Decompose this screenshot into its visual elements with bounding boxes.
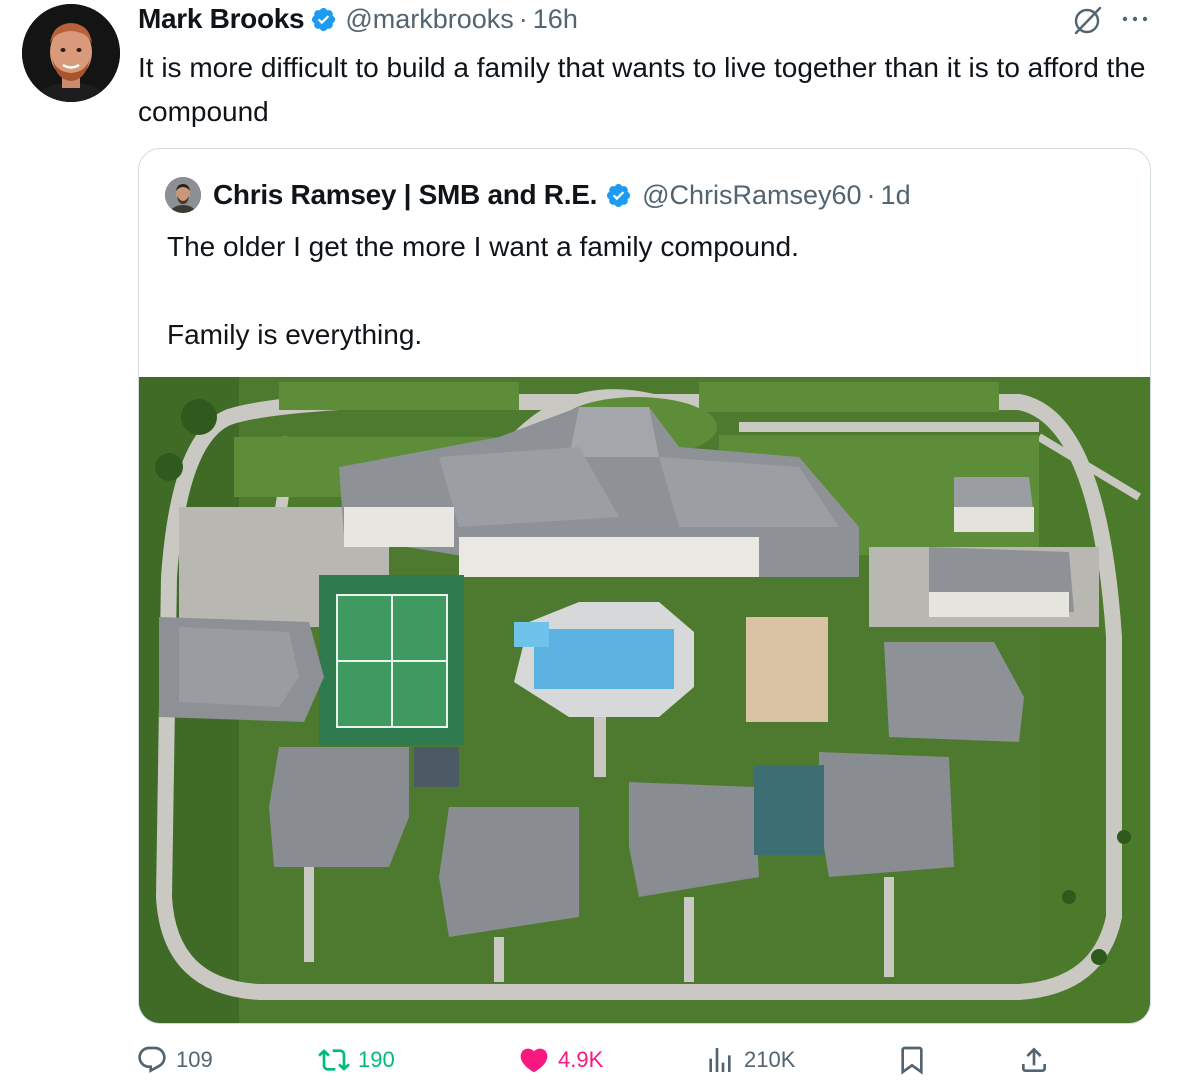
share-icon (1022, 1047, 1046, 1072)
views-icon (709, 1048, 731, 1072)
views-count: 210K (744, 1047, 796, 1072)
like-count: 4.9K (558, 1047, 604, 1072)
retweet-button[interactable]: 190 (318, 1038, 395, 1082)
aerial-photo[interactable] (139, 377, 1150, 1023)
author-name[interactable]: Mark Brooks (138, 3, 305, 35)
retweet-icon (318, 1049, 350, 1071)
quote-author-name[interactable]: Chris Ramsey | SMB and R.E. (213, 179, 597, 211)
quote-text-line: The older I get the more I want a family… (167, 231, 799, 262)
quote-timestamp[interactable]: 1d (881, 180, 911, 211)
quoted-tweet[interactable]: Chris Ramsey | SMB and R.E. @ChrisRamsey… (138, 148, 1151, 1024)
timestamp[interactable]: 16h (533, 4, 578, 35)
author-avatar[interactable] (22, 4, 120, 102)
reply-icon (138, 1046, 166, 1073)
share-button[interactable] (1018, 1038, 1058, 1082)
views-button[interactable]: 210K (704, 1038, 795, 1082)
separator-dot: · (518, 3, 528, 34)
more-options-icon[interactable] (1118, 4, 1152, 34)
like-button[interactable]: 4.9K (518, 1038, 603, 1082)
action-bar: 109 190 4.9K 210K (0, 1038, 1200, 1082)
grok-icon[interactable] (1070, 4, 1106, 36)
bookmark-icon (901, 1046, 923, 1075)
author-handle[interactable]: @markbrooks (345, 4, 513, 35)
tweet-text: It is more difficult to build a family t… (138, 52, 1146, 127)
reply-button[interactable]: 109 (136, 1038, 213, 1082)
retweet-count: 190 (358, 1047, 395, 1072)
bookmark-button[interactable] (896, 1038, 936, 1082)
verified-badge-icon[interactable] (310, 6, 337, 33)
quote-author-handle[interactable]: @ChrisRamsey60 (642, 180, 861, 211)
verified-badge-icon[interactable] (605, 182, 632, 209)
separator-dot: · (866, 179, 876, 210)
quote-header: Chris Ramsey | SMB and R.E. @ChrisRamsey… (165, 177, 911, 213)
tweet-header: Mark Brooks @markbrooks · 16h (138, 2, 578, 36)
quote-author-avatar[interactable] (165, 177, 201, 213)
heart-icon (520, 1048, 548, 1073)
quote-text-line: Family is everything. (167, 319, 423, 350)
reply-count: 109 (176, 1047, 213, 1072)
